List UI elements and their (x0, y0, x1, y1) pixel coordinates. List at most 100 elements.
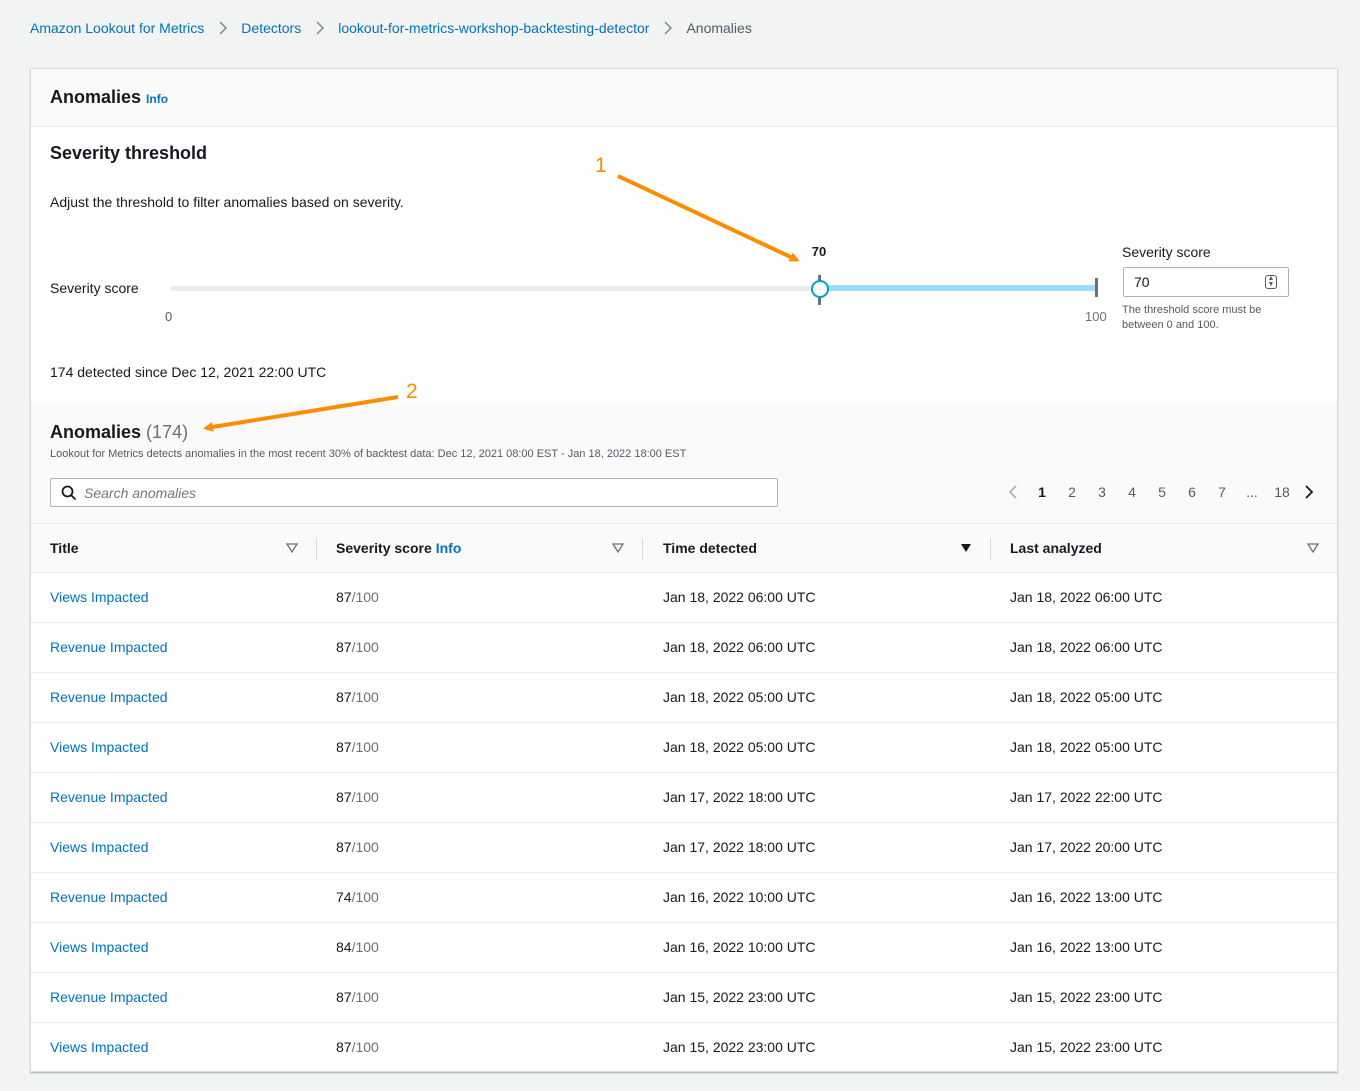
page-6[interactable]: 6 (1177, 484, 1207, 500)
last-analyzed-cell: Jan 18, 2022 06:00 UTC (1010, 589, 1163, 605)
table-title: Anomalies (174) (50, 422, 188, 443)
anomaly-title-link[interactable]: Revenue Impacted (50, 673, 168, 722)
slider-max-label: 100 (1085, 309, 1107, 324)
breadcrumb-detectors[interactable]: Detectors (241, 20, 301, 36)
anomaly-title-link[interactable]: Revenue Impacted (50, 873, 168, 922)
container-header: Anomalies Info (31, 69, 1337, 127)
slider-min-label: 0 (165, 309, 173, 324)
search-input[interactable] (84, 479, 764, 506)
column-divider (316, 538, 317, 560)
sort-caret-icon[interactable] (612, 543, 624, 553)
page-7[interactable]: 7 (1207, 484, 1237, 500)
anomaly-title-link[interactable]: Views Impacted (50, 1023, 149, 1071)
search-box (50, 478, 778, 507)
chevron-right-icon (316, 21, 325, 35)
severity-threshold-description: Adjust the threshold to filter anomalies… (50, 194, 404, 210)
score-value: 87 (336, 589, 352, 605)
score-value: 87 (336, 989, 352, 1005)
anomaly-title-link[interactable]: Views Impacted (50, 923, 149, 972)
page-18[interactable]: 18 (1267, 484, 1297, 500)
table-row: Views Impacted 87/100 Jan 18, 2022 05:00… (31, 723, 1337, 773)
last-analyzed-cell: Jan 18, 2022 05:00 UTC (1010, 689, 1163, 705)
anomaly-title-link[interactable]: Views Impacted (50, 723, 149, 772)
page-title: Anomalies Info (50, 87, 168, 108)
time-detected-cell: Jan 17, 2022 18:00 UTC (663, 839, 816, 855)
score-max: /100 (351, 989, 379, 1005)
page-4[interactable]: 4 (1117, 484, 1147, 500)
table-header: Title Severity score Info Time detected L… (31, 523, 1337, 573)
last-analyzed-cell: Jan 16, 2022 13:00 UTC (1010, 889, 1163, 905)
page-ellipsis: ... (1246, 484, 1258, 500)
detected-summary: 174 detected since Dec 12, 2021 22:00 UT… (50, 364, 327, 380)
score-max: /100 (351, 789, 379, 805)
page-3[interactable]: 3 (1087, 484, 1117, 500)
slider-end-tick (1095, 278, 1098, 297)
table-count: (174) (146, 422, 189, 442)
last-analyzed-cell: Jan 16, 2022 13:00 UTC (1010, 939, 1163, 955)
anomaly-title-link[interactable]: Views Impacted (50, 573, 149, 622)
breadcrumb: Amazon Lookout for Metrics Detectors loo… (30, 18, 752, 38)
score-max: /100 (351, 1039, 379, 1055)
time-detected-cell: Jan 15, 2022 23:00 UTC (663, 1039, 816, 1055)
score-value: 87 (336, 639, 352, 655)
column-divider (642, 538, 643, 560)
stepper-icon[interactable]: ▲ ▼ (1265, 275, 1277, 289)
severity-info-link[interactable]: Info (436, 540, 462, 556)
score-value: 87 (336, 739, 352, 755)
table-row: Views Impacted 87/100 Jan 18, 2022 06:00… (31, 573, 1337, 623)
sort-caret-icon[interactable] (1307, 543, 1319, 553)
last-analyzed-cell: Jan 15, 2022 23:00 UTC (1010, 989, 1163, 1005)
breadcrumb-current: Anomalies (686, 20, 752, 36)
page-2[interactable]: 2 (1057, 484, 1087, 500)
column-divider (990, 538, 991, 560)
time-detected-cell: Jan 18, 2022 05:00 UTC (663, 689, 816, 705)
sort-descending-icon[interactable] (960, 543, 972, 553)
severity-score-cell: 87/100 (336, 823, 379, 872)
breadcrumb-detector[interactable]: lookout-for-metrics-workshop-backtesting… (338, 20, 649, 36)
score-value: 87 (336, 689, 352, 705)
page-5[interactable]: 5 (1147, 484, 1177, 500)
column-header-severity-score[interactable]: Severity score Info (336, 524, 461, 572)
slider-track[interactable] (170, 286, 820, 291)
time-detected-cell: Jan 18, 2022 06:00 UTC (663, 639, 816, 655)
severity-score-cell: 87/100 (336, 723, 379, 772)
search-icon (61, 485, 77, 501)
severity-score-input-label: Severity score (1122, 244, 1211, 260)
severity-score-cell: 87/100 (336, 573, 379, 622)
sort-caret-icon[interactable] (286, 543, 298, 553)
last-analyzed-cell: Jan 17, 2022 20:00 UTC (1010, 839, 1163, 855)
last-analyzed-cell: Jan 17, 2022 22:00 UTC (1010, 789, 1163, 805)
column-header-title[interactable]: Title (50, 524, 79, 572)
column-header-last-analyzed[interactable]: Last analyzed (1010, 524, 1102, 572)
anomaly-title-link[interactable]: Views Impacted (50, 823, 149, 872)
annotation-label-1: 1 (595, 154, 607, 177)
chevron-right-icon (664, 21, 673, 35)
score-value: 74 (336, 889, 352, 905)
table-row: Revenue Impacted 87/100 Jan 18, 2022 05:… (31, 673, 1337, 723)
column-header-severity-score-label: Severity score (336, 540, 432, 556)
anomaly-title-link[interactable]: Revenue Impacted (50, 623, 168, 672)
score-max: /100 (351, 839, 379, 855)
table-description: Lookout for Metrics detects anomalies in… (50, 448, 687, 460)
severity-score-cell: 84/100 (336, 923, 379, 972)
chevron-left-icon[interactable] (1005, 484, 1021, 500)
score-value: 87 (336, 789, 352, 805)
anomalies-container: Anomalies Info Severity threshold Adjust … (30, 68, 1338, 1072)
breadcrumb-lookout-for-metrics[interactable]: Amazon Lookout for Metrics (30, 20, 204, 36)
score-value: 87 (336, 839, 352, 855)
page-1[interactable]: 1 (1027, 484, 1057, 500)
last-analyzed-cell: Jan 15, 2022 23:00 UTC (1010, 1039, 1163, 1055)
info-link[interactable]: Info (146, 92, 168, 106)
time-detected-cell: Jan 16, 2022 10:00 UTC (663, 939, 816, 955)
pagination: 1 2 3 4 5 6 7 ... 18 (1005, 482, 1317, 502)
severity-score-cell: 87/100 (336, 773, 379, 822)
time-detected-cell: Jan 18, 2022 06:00 UTC (663, 589, 816, 605)
table-row: Revenue Impacted 74/100 Jan 16, 2022 10:… (31, 873, 1337, 923)
anomaly-title-link[interactable]: Revenue Impacted (50, 973, 168, 1022)
anomaly-title-link[interactable]: Revenue Impacted (50, 773, 168, 822)
chevron-right-icon[interactable] (1301, 484, 1317, 500)
score-max: /100 (351, 889, 379, 905)
column-header-time-detected[interactable]: Time detected (663, 524, 757, 572)
slider-thumb[interactable] (811, 280, 829, 298)
table-row: Revenue Impacted 87/100 Jan 17, 2022 18:… (31, 773, 1337, 823)
